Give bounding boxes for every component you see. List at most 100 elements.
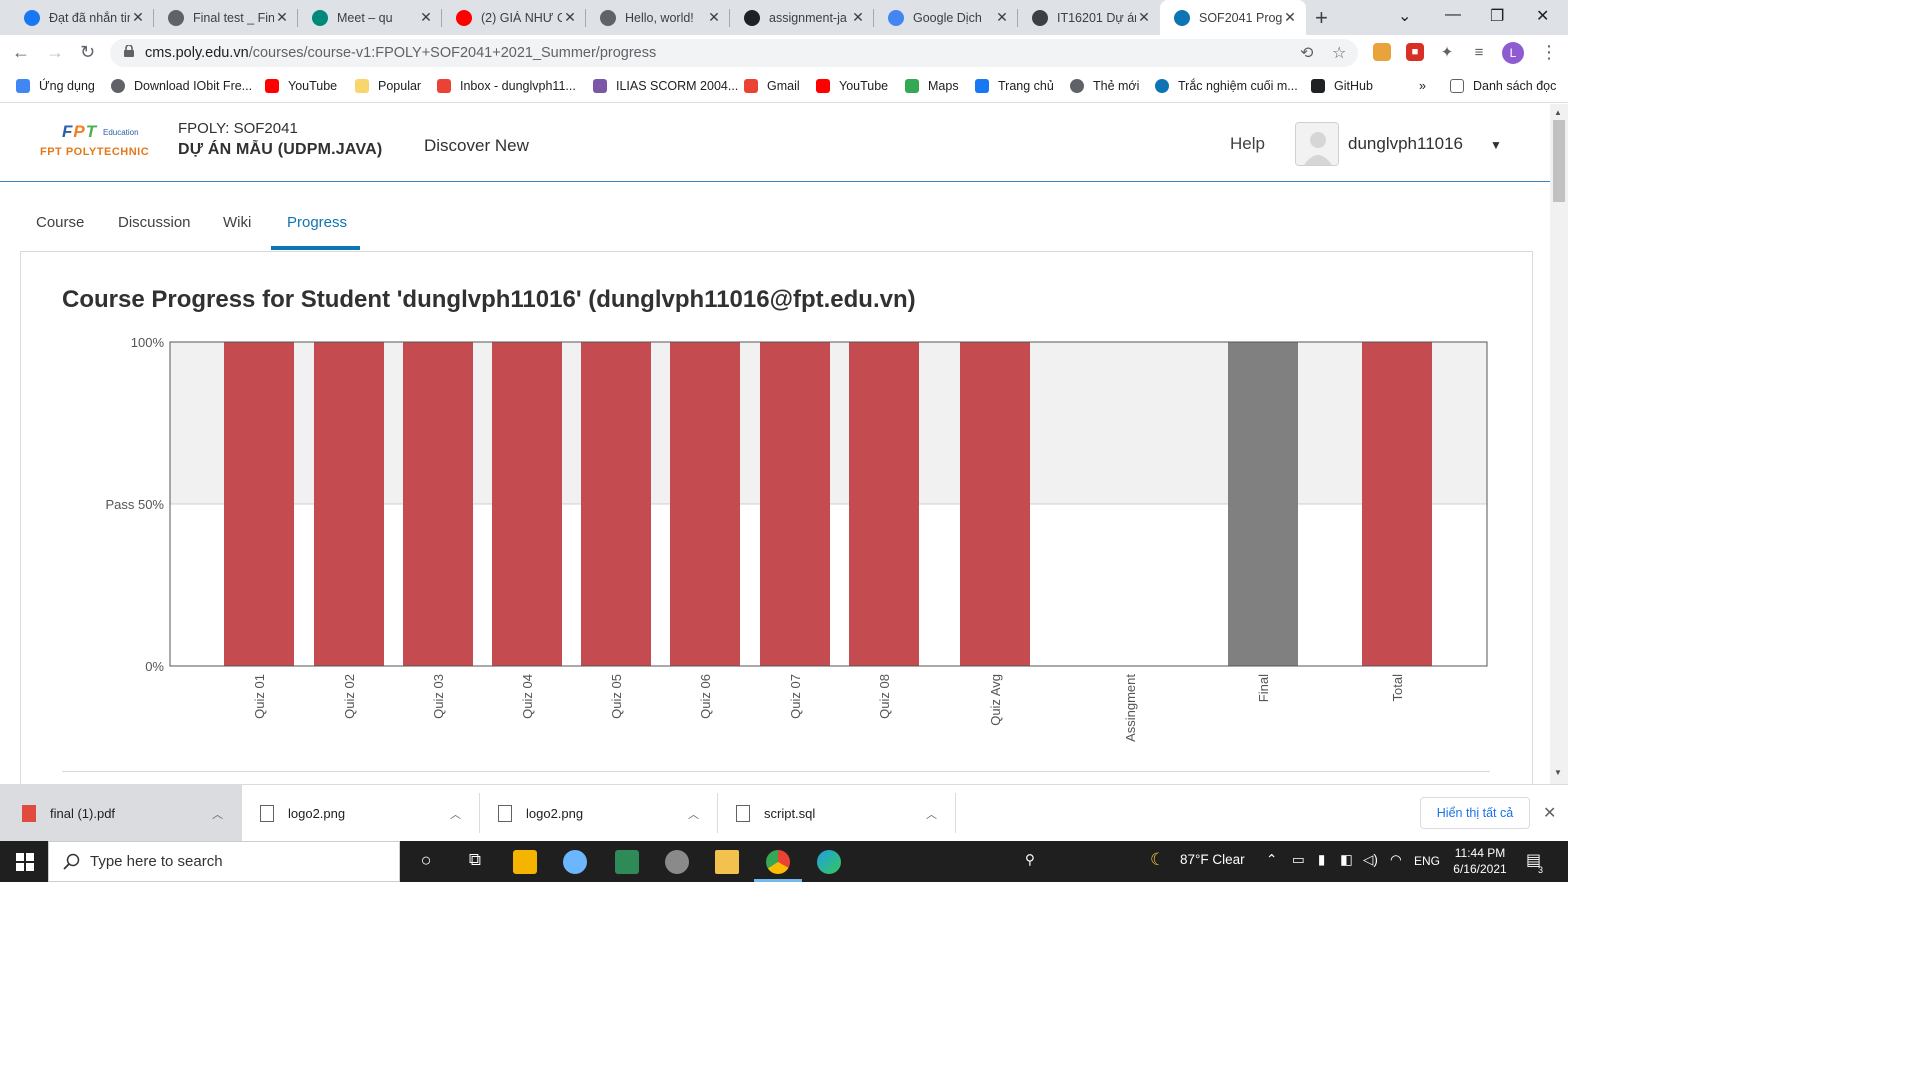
windows-start-icon[interactable]	[16, 853, 34, 871]
network-icon[interactable]: ▭	[1292, 852, 1305, 868]
reading-list-button[interactable]: Danh sách đọc	[1450, 79, 1556, 93]
page-scrollbar[interactable]: ▲ ▼	[1550, 104, 1568, 784]
browser-tab[interactable]: IT16201 Dự án ✕	[1018, 0, 1160, 35]
wifi-icon[interactable]: ◠	[1390, 852, 1402, 868]
moon-weather-icon[interactable]: ☾	[1150, 850, 1165, 870]
download-filename: script.sql	[764, 806, 816, 821]
bookmark-item[interactable]: Ứng dụng	[16, 79, 95, 93]
adblock-icon[interactable]: ■	[1406, 43, 1424, 61]
close-tab-icon[interactable]: ✕	[130, 9, 146, 26]
download-item[interactable]: logo2.png ︿	[480, 785, 718, 842]
media-control-icon[interactable]: ≡	[1470, 43, 1488, 61]
download-options-caret-icon[interactable]: ︿	[688, 806, 699, 822]
browser-tab[interactable]: Final test _ Final✕	[154, 0, 298, 35]
download-options-caret-icon[interactable]: ︿	[926, 806, 937, 822]
close-tab-icon[interactable]: ✕	[562, 9, 578, 26]
language-indicator[interactable]: ENG	[1414, 854, 1440, 868]
bookmark-item[interactable]: Thẻ mới	[1070, 79, 1139, 93]
close-downloads-icon[interactable]: ✕	[1543, 803, 1556, 823]
tab-title: Hello, world!	[625, 10, 694, 25]
maximize-icon[interactable]: ❐	[1490, 6, 1504, 26]
download-options-caret-icon[interactable]: ︿	[450, 806, 461, 822]
bookmark-item[interactable]: Popular	[355, 79, 421, 93]
close-tab-icon[interactable]: ✕	[706, 9, 722, 26]
new-tab-button[interactable]: +	[1315, 5, 1328, 31]
close-tab-icon[interactable]: ✕	[418, 9, 434, 26]
edge-icon[interactable]	[817, 850, 841, 874]
cortana-icon[interactable]: ○	[414, 850, 438, 874]
bookmark-item[interactable]: Maps	[905, 79, 959, 93]
scroll-down-arrow-icon[interactable]: ▼	[1554, 768, 1562, 777]
bookmark-item[interactable]: YouTube	[265, 79, 337, 93]
tab-search-icon[interactable]: ⌄	[1398, 6, 1411, 26]
address-bar[interactable]: cms.poly.edu.vn/courses/course-v1:FPOLY+…	[110, 39, 1358, 67]
store-icon[interactable]	[513, 850, 537, 874]
bookmark-item[interactable]: ILIAS SCORM 2004...	[593, 79, 738, 93]
fpt-polytechnic-logo[interactable]: FPT Education FPT POLYTECHNIC	[40, 122, 158, 162]
extensions-puzzle-icon[interactable]: ✦	[1438, 43, 1456, 61]
help-link[interactable]: Help	[1230, 134, 1265, 154]
clock[interactable]: 11:44 PM 6/16/2021	[1442, 845, 1518, 877]
settings-gear-icon[interactable]	[665, 850, 689, 874]
close-tab-icon[interactable]: ✕	[994, 9, 1010, 26]
translate-page-icon[interactable]: ⟲	[1300, 43, 1313, 63]
show-all-downloads-button[interactable]: Hiển thị tất cả	[1420, 797, 1530, 829]
browser-tab[interactable]: Hello, world! ✕	[586, 0, 730, 35]
extension-cookie-icon[interactable]	[1373, 43, 1391, 61]
tab-wiki[interactable]: Wiki	[223, 214, 251, 231]
bookmark-item[interactable]: Trắc nghiệm cuối m...	[1155, 79, 1298, 93]
download-options-caret-icon[interactable]: ︿	[212, 806, 223, 822]
paint-icon[interactable]	[563, 850, 587, 874]
close-tab-icon[interactable]: ✕	[274, 9, 290, 26]
people-icon[interactable]: ⚲	[1025, 852, 1035, 868]
scroll-up-arrow-icon[interactable]: ▲	[1554, 108, 1562, 117]
browser-tab[interactable]: Google Dịch ✕	[874, 0, 1018, 35]
close-tab-icon[interactable]: ✕	[1136, 9, 1152, 26]
download-item[interactable]: logo2.png ︿	[242, 785, 480, 842]
browser-tab[interactable]: Meet – qu ✕	[298, 0, 442, 35]
bookmark-label: Maps	[928, 79, 959, 93]
tab-course[interactable]: Course	[36, 214, 84, 231]
minimize-icon[interactable]: —	[1445, 6, 1461, 24]
device-icon[interactable]: ◧	[1340, 852, 1353, 868]
chrome-menu-icon[interactable]: ⋮	[1540, 42, 1558, 63]
bookmarks-overflow-button[interactable]: »	[1419, 79, 1426, 93]
taskbar-search-box[interactable]: Type here to search	[48, 841, 400, 882]
browser-tab[interactable]: (2) GIÁ NHƯ C ✕	[442, 0, 586, 35]
username[interactable]: dunglvph11016	[1348, 134, 1463, 154]
chrome-icon[interactable]	[766, 850, 790, 874]
weather-text[interactable]: 87°F Clear	[1180, 852, 1245, 867]
app-shortcut-icon[interactable]	[615, 850, 639, 874]
download-item[interactable]: final (1).pdf ︿	[0, 785, 242, 842]
bookmark-star-icon[interactable]: ☆	[1332, 43, 1346, 63]
close-window-icon[interactable]: ✕	[1536, 6, 1549, 26]
bookmark-item[interactable]: YouTube	[816, 79, 888, 93]
close-tab-icon[interactable]: ✕	[850, 9, 866, 26]
file-explorer-icon[interactable]	[715, 850, 739, 874]
tray-chevron-icon[interactable]: ⌃	[1266, 852, 1277, 868]
tab-progress[interactable]: Progress	[287, 214, 347, 231]
microphone-icon[interactable]: ▮	[1318, 852, 1325, 868]
download-item[interactable]: script.sql ︿	[718, 785, 956, 842]
back-arrow-icon[interactable]: ←	[12, 42, 30, 63]
reload-icon[interactable]: ↻	[80, 42, 95, 63]
user-menu-caret-icon[interactable]: ▼	[1490, 138, 1502, 152]
bookmark-item[interactable]: Gmail	[744, 79, 800, 93]
discover-new-link[interactable]: Discover New	[424, 136, 529, 156]
browser-tab[interactable]: Đạt đã nhắn tin ✕	[10, 0, 154, 35]
task-view-icon[interactable]: ⧉	[463, 850, 487, 874]
scrollbar-thumb[interactable]	[1553, 120, 1565, 202]
forward-arrow-icon[interactable]: →	[46, 42, 64, 63]
browser-tab[interactable]: SOF2041 Progress✕	[1160, 0, 1306, 35]
profile-avatar[interactable]: L	[1502, 42, 1524, 64]
bookmark-item[interactable]: GitHub	[1311, 79, 1373, 93]
user-avatar[interactable]	[1295, 122, 1339, 166]
bookmark-item[interactable]: Inbox - dunglvph11...	[437, 79, 576, 93]
bookmark-item[interactable]: Download IObit Fre...	[111, 79, 252, 93]
x-tick-label: Quiz 05	[609, 674, 624, 719]
close-tab-icon[interactable]: ✕	[1282, 9, 1298, 26]
bookmark-item[interactable]: Trang chủ	[975, 79, 1054, 93]
volume-icon[interactable]: ◁)	[1363, 852, 1378, 868]
tab-discussion[interactable]: Discussion	[118, 214, 191, 231]
browser-tab[interactable]: assignment-ja ✕	[730, 0, 874, 35]
